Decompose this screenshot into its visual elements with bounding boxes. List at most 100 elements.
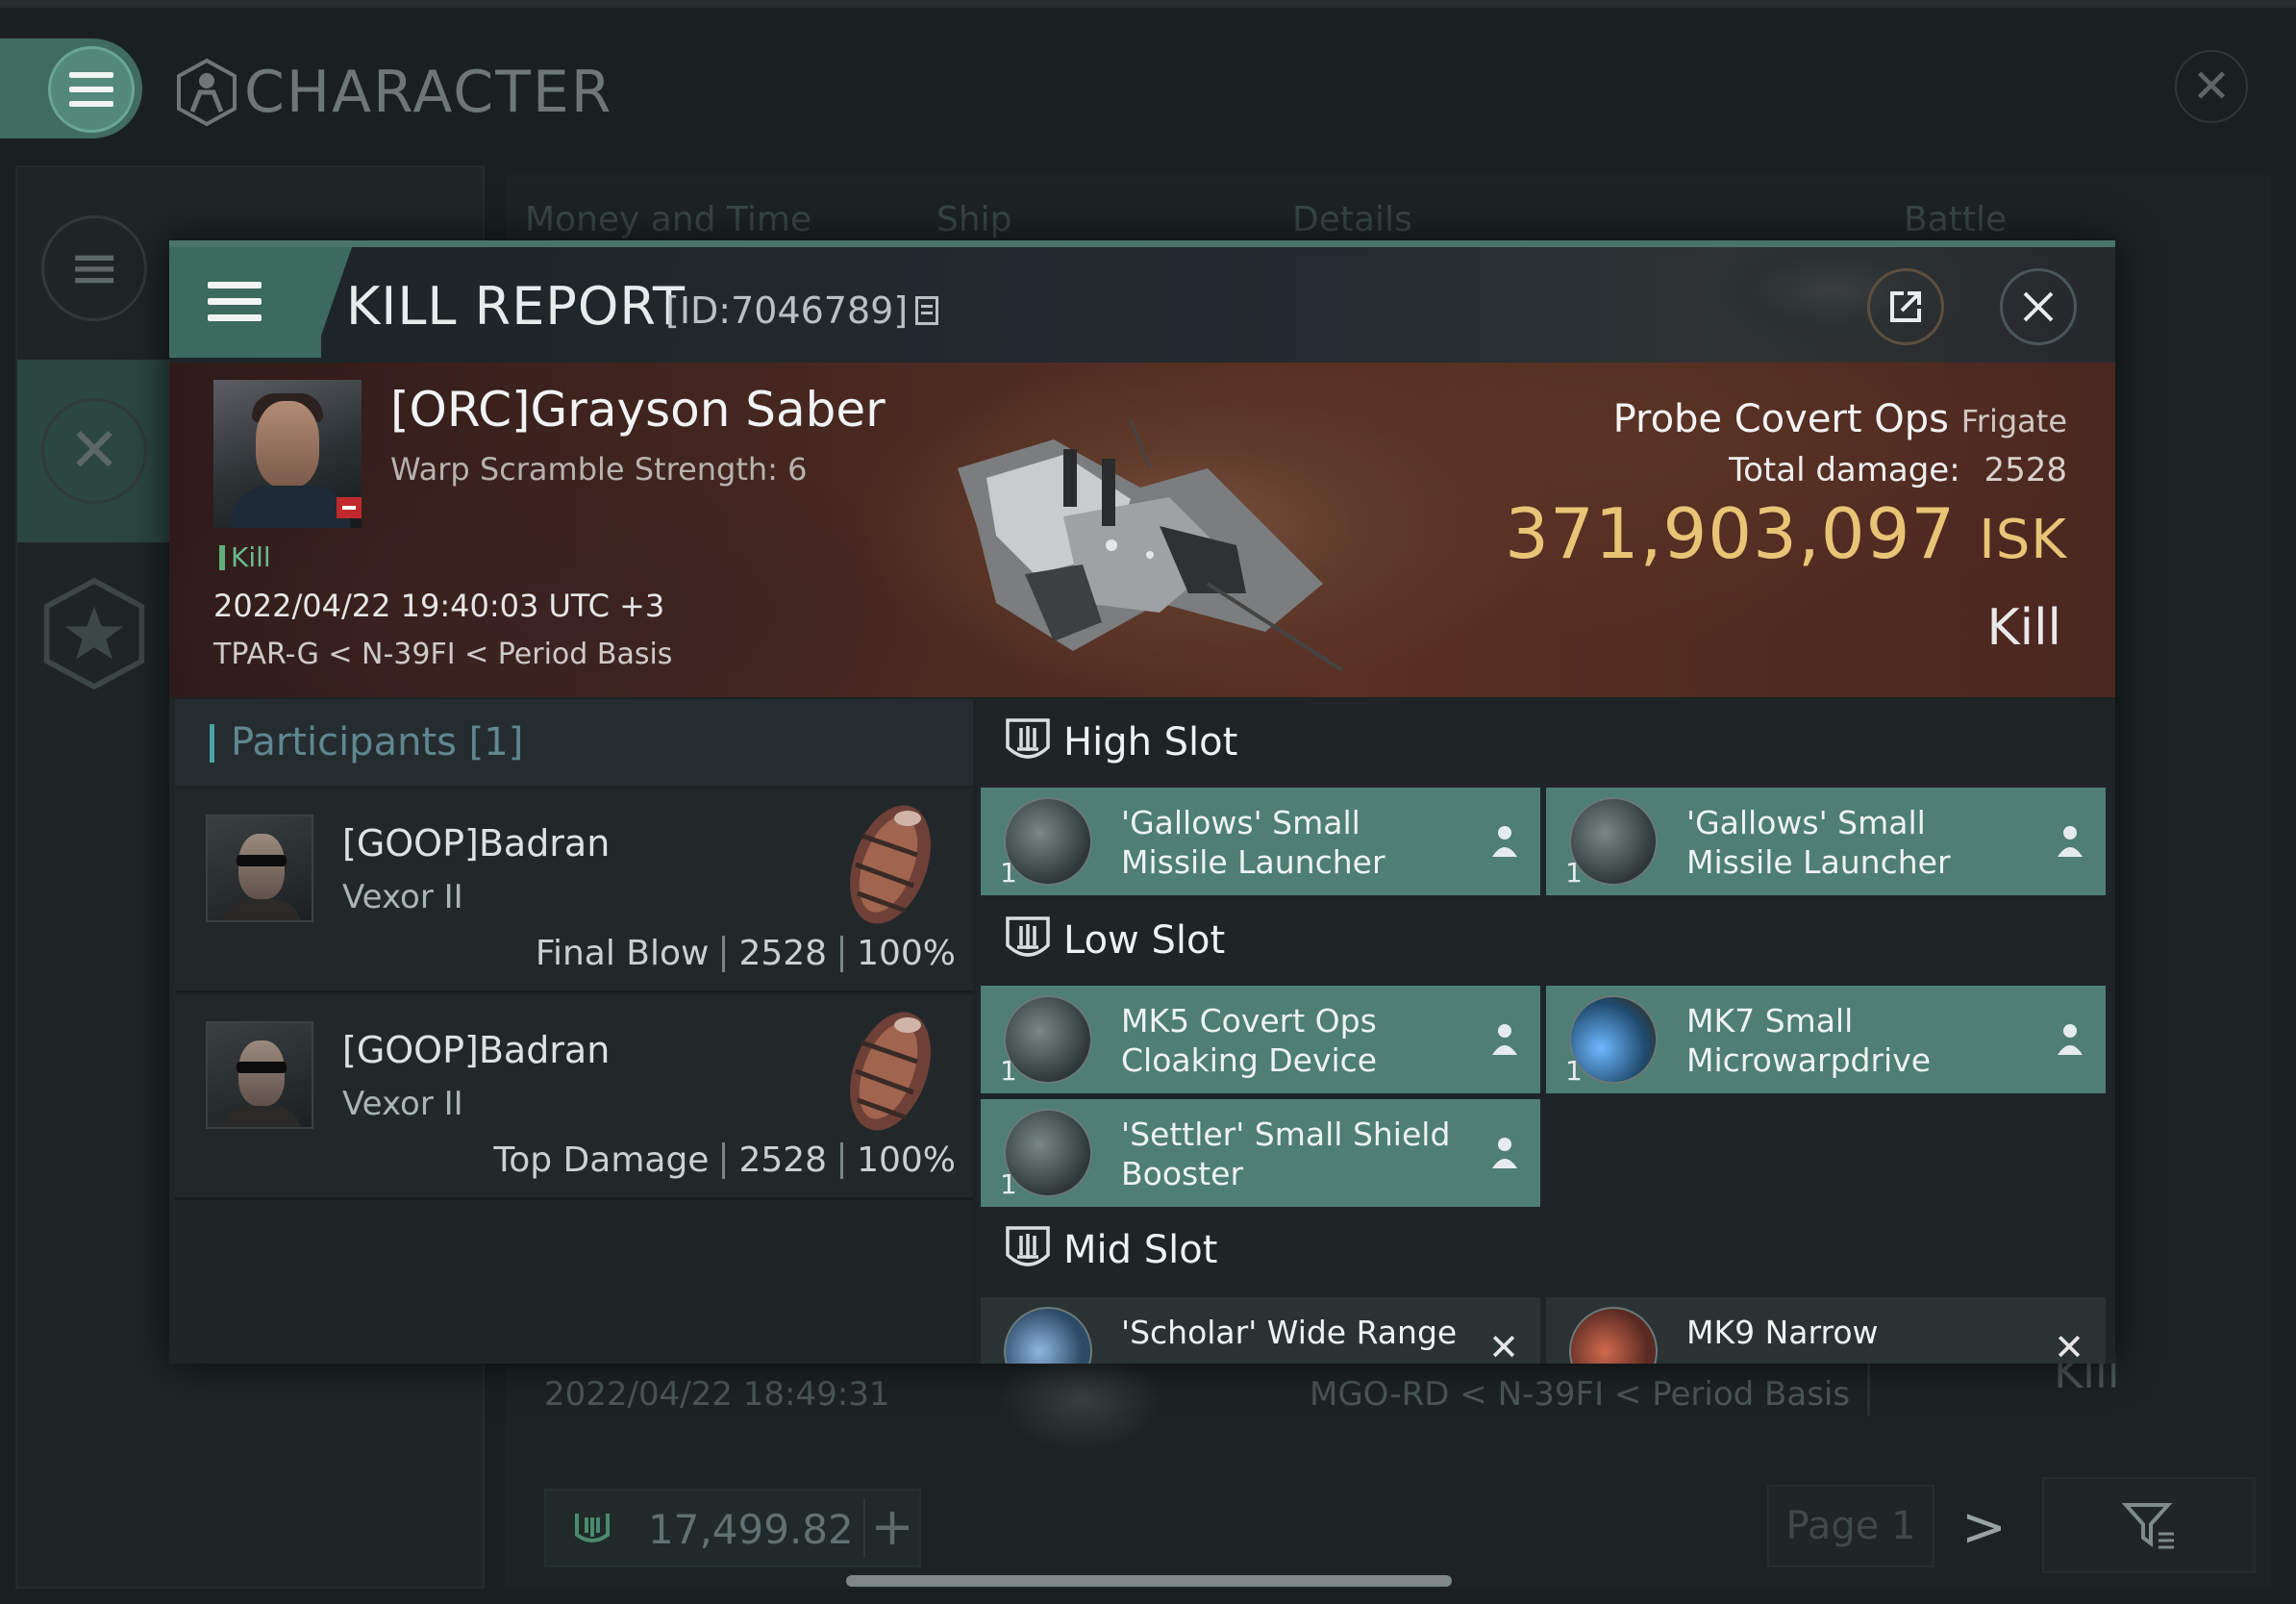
attacker-ship-image[interactable] (833, 797, 938, 941)
list-row-location: MGO-RD < N-39FI < Period Basis (1310, 1375, 1851, 1414)
high-slot-header: High Slot (977, 699, 2115, 786)
participants-header-bar (210, 724, 214, 763)
victim-ship-name[interactable]: Probe Covert Ops Frigate (1613, 397, 2067, 441)
rail-item-favorites[interactable] (17, 542, 171, 725)
module-item[interactable]: 1 'Gallows' Small Missile Launcher (981, 788, 1540, 895)
low-slot-icon (1006, 916, 1050, 957)
dropped-by-pilot-icon (1492, 1024, 1517, 1055)
filter-icon (2122, 1503, 2174, 1549)
attacker-ship-image[interactable] (833, 1004, 938, 1148)
module-item[interactable]: 1 'Gallows' Small Missile Launcher (1546, 788, 2106, 895)
kill-location[interactable]: TPAR-G < N-39FI < Period Basis (213, 638, 672, 671)
attacker-portrait[interactable] (206, 815, 313, 922)
module-quantity: 1 (1000, 857, 1017, 889)
participant-row[interactable]: [GOOP]Badran Vexor II Final Blow 2528 10… (175, 789, 973, 993)
hamburger-icon (208, 282, 262, 321)
share-button[interactable] (1867, 268, 1944, 345)
attacker-percent: 100% (857, 934, 956, 973)
copy-icon[interactable] (915, 296, 939, 325)
attacker-ship: Vexor II (342, 1085, 463, 1123)
wallet-box: 17,499.82 + (544, 1489, 921, 1567)
victim-ship-image[interactable] (919, 411, 1361, 689)
isk-icon (575, 1514, 610, 1542)
kill-report-modal: KILL REPORT [ID:7046789] [ORC]Grayson Sa… (169, 240, 2115, 1364)
attacker-stats: Final Blow 2528 100% (536, 934, 956, 973)
star-hex-icon (41, 577, 147, 690)
top-strip (0, 0, 2296, 8)
add-funds-button[interactable]: + (863, 1498, 919, 1558)
attacker-role: Top Damage (493, 1140, 710, 1180)
character-icon (177, 58, 237, 127)
module-quantity: 1 (1000, 1168, 1017, 1200)
kill-tag: Kill (219, 541, 271, 573)
ship-name-text: Probe Covert Ops (1612, 397, 1949, 441)
column-ship[interactable]: Ship (936, 200, 1012, 239)
low-slot-title: Low Slot (1063, 918, 1226, 963)
row-divider (1867, 1358, 1870, 1416)
dropped-by-pilot-icon (2058, 826, 2083, 857)
attacker-stats: Top Damage 2528 100% (493, 1140, 956, 1180)
module-quantity: 1 (1565, 857, 1583, 889)
module-item[interactable]: 'Scholar' Wide Range ✕ (981, 1297, 1540, 1364)
module-name: MK7 Small Microwarpdrive (1686, 1002, 1932, 1079)
module-item[interactable]: 1 MK5 Covert Ops Cloaking Device (981, 986, 1540, 1093)
rail-item-menu[interactable]: ≡ (17, 177, 171, 360)
attacker-name[interactable]: [GOOP]Badran (342, 822, 610, 865)
victim-name[interactable]: [ORC]Grayson Saber (390, 382, 886, 438)
participants-title: Participants [1] (231, 720, 524, 764)
module-name: 'Scholar' Wide Range (1121, 1314, 1458, 1351)
page-indicator: Page 1 (1767, 1485, 1934, 1567)
kill-report-close-button[interactable] (2000, 268, 2077, 345)
mid-slot-icon (1006, 1226, 1050, 1266)
kill-report-menu-button[interactable] (169, 247, 321, 358)
list-icon: ≡ (41, 215, 147, 321)
module-item[interactable]: 1 'Settler' Small Shield Booster (981, 1099, 1540, 1207)
main-menu-button[interactable] (48, 46, 135, 133)
wallet-balance: 17,499.82 (648, 1506, 854, 1553)
filter-button[interactable] (2042, 1477, 2256, 1573)
participants-panel: Participants [1] [GOOP]Badran Vexor II F… (169, 699, 973, 1364)
fitting-panel: High Slot 1 'Gallows' Small Missile Laun… (977, 699, 2115, 1364)
kill-datetime: 2022/04/22 19:40:03 UTC +3 (213, 588, 665, 624)
destroyed-icon: ✕ (2054, 1326, 2084, 1364)
list-row-date: 2022/04/22 18:49:31 (544, 1375, 890, 1414)
participant-row[interactable]: [GOOP]Badran Vexor II Top Damage 2528 10… (175, 996, 973, 1200)
warp-scramble-strength: Warp Scramble Strength: 6 (390, 451, 808, 488)
page-title-text: CHARACTER (244, 59, 613, 126)
rail-item-combat[interactable]: ✕ (17, 360, 171, 542)
high-slot-title: High Slot (1063, 720, 1238, 764)
kill-tag-text: Kill (231, 541, 271, 573)
module-name: MK9 Narrow (1686, 1314, 1879, 1351)
module-name: 'Gallows' Small Missile Launcher (1121, 804, 1385, 881)
attacker-damage: 2528 (738, 934, 828, 973)
attacker-name[interactable]: [GOOP]Badran (342, 1029, 610, 1071)
low-slot-header: Low Slot (977, 897, 2115, 984)
victim-portrait[interactable] (213, 380, 362, 528)
scanner-icon (1569, 1307, 1658, 1364)
isk-value: 371,903,097 ISK (1505, 493, 2067, 574)
module-item[interactable]: 1 MK7 Small Microwarpdrive (1546, 986, 2106, 1093)
module-name: 'Gallows' Small Missile Launcher (1686, 804, 1951, 881)
attacker-damage: 2528 (738, 1140, 828, 1180)
attacker-role: Final Blow (535, 934, 710, 973)
kill-result: Kill (1986, 599, 2061, 657)
column-money-time[interactable]: Money and Time (525, 200, 811, 239)
close-button[interactable]: ✕ (2175, 50, 2248, 123)
total-damage-label: Total damage: (1729, 451, 1960, 489)
hostile-standing-icon (337, 497, 362, 518)
total-damage-value: 2528 (1984, 451, 2067, 489)
module-name: 'Settler' Small Shield Booster (1121, 1115, 1451, 1192)
close-icon: ✕ (2191, 60, 2232, 113)
module-item[interactable]: MK9 Narrow ✕ (1546, 1297, 2106, 1364)
page-title: CHARACTER (175, 58, 612, 127)
next-page-button[interactable]: > (1961, 1496, 2007, 1559)
kill-report-id[interactable]: [ID:7046789] (665, 289, 939, 332)
attacker-portrait[interactable] (206, 1021, 313, 1129)
mid-slot-title: Mid Slot (1063, 1228, 1218, 1272)
ship-class: Frigate (1960, 403, 2067, 439)
destroyed-icon: ✕ (1488, 1326, 1519, 1364)
dropped-by-pilot-icon (1492, 826, 1517, 857)
column-details[interactable]: Details (1292, 200, 1412, 239)
hamburger-icon (69, 72, 113, 107)
mid-slot-header: Mid Slot (977, 1207, 2115, 1293)
